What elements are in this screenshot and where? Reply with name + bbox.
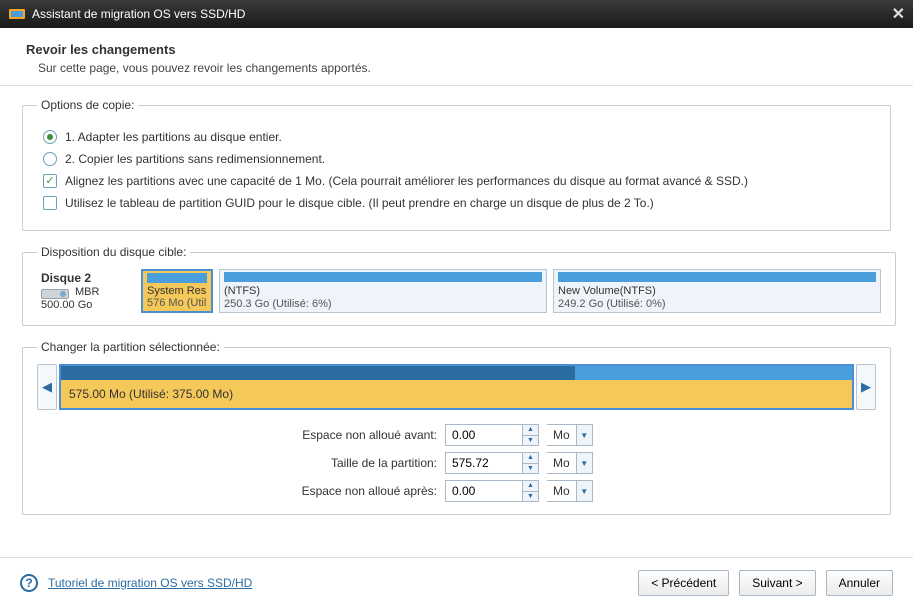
selected-partition-text: 575.00 Mo (Utilisé: 375.00 Mo) bbox=[61, 380, 852, 408]
checkbox-guid[interactable] bbox=[43, 196, 57, 210]
space-before-spinner[interactable]: ▲▼ bbox=[445, 424, 539, 446]
main-panel: Revoir les changements Sur cette page, v… bbox=[0, 28, 913, 607]
partition-label: (NTFS) bbox=[224, 285, 542, 297]
spin-up-icon[interactable]: ▲ bbox=[523, 425, 538, 436]
disk-info: Disque 2MBR500.00 Go bbox=[37, 269, 135, 313]
partition-bar bbox=[147, 273, 207, 283]
spin-up-icon[interactable]: ▲ bbox=[523, 481, 538, 492]
spin-up-icon[interactable]: ▲ bbox=[523, 453, 538, 464]
disk-layout-group: Disposition du disque cible: Disque 2MBR… bbox=[22, 245, 896, 326]
checkbox-align-1mb-label: Alignez les partitions avec une capacité… bbox=[65, 174, 748, 188]
next-button[interactable]: Suivant > bbox=[739, 570, 815, 596]
partition-size-unit[interactable]: Mo▼ bbox=[547, 452, 593, 474]
radio-fit-disk[interactable] bbox=[43, 130, 57, 144]
partition-0[interactable]: System Res576 Mo (Util bbox=[141, 269, 213, 313]
page-subheading: Sur cette page, vous pouvez revoir les c… bbox=[38, 61, 887, 75]
selected-partition-group: Changer la partition sélectionnée: ◀ 575… bbox=[22, 340, 891, 515]
checkbox-align-1mb[interactable] bbox=[43, 174, 57, 188]
disk-name: Disque 2 bbox=[41, 271, 131, 285]
selected-partition-bar bbox=[61, 366, 852, 380]
disk-layout-legend: Disposition du disque cible: bbox=[37, 245, 190, 259]
partition-size-input[interactable] bbox=[446, 453, 522, 473]
partition-size-label: Taille de la partition: bbox=[297, 456, 437, 470]
space-before-unit[interactable]: Mo▼ bbox=[547, 424, 593, 446]
partition-bar bbox=[224, 272, 542, 282]
cancel-button[interactable]: Annuler bbox=[826, 570, 893, 596]
chevron-down-icon[interactable]: ▼ bbox=[576, 453, 592, 473]
spin-down-icon[interactable]: ▼ bbox=[523, 492, 538, 502]
space-after-unit[interactable]: Mo▼ bbox=[547, 480, 593, 502]
spin-down-icon[interactable]: ▼ bbox=[523, 464, 538, 474]
copy-options-legend: Options de copie: bbox=[37, 98, 138, 112]
disk-size: 500.00 Go bbox=[41, 299, 131, 311]
space-before-input[interactable] bbox=[446, 425, 522, 445]
hdd-icon bbox=[41, 289, 69, 299]
page-heading: Revoir les changements bbox=[26, 42, 887, 57]
footer: ? Tutoriel de migration OS vers SSD/HD <… bbox=[0, 557, 913, 607]
radio-no-resize[interactable] bbox=[43, 152, 57, 166]
space-after-label: Espace non alloué après: bbox=[297, 484, 437, 498]
window-title: Assistant de migration OS vers SSD/HD bbox=[32, 7, 892, 21]
back-button[interactable]: < Précédent bbox=[638, 570, 729, 596]
partition-usage: 250.3 Go (Utilisé: 6%) bbox=[224, 298, 542, 310]
selected-partition-used bbox=[61, 366, 575, 380]
space-before-label: Espace non alloué avant: bbox=[297, 428, 437, 442]
chevron-down-icon[interactable]: ▼ bbox=[576, 425, 592, 445]
checkbox-guid-label: Utilisez le tableau de partition GUID po… bbox=[65, 196, 654, 210]
titlebar: Assistant de migration OS vers SSD/HD ✕ bbox=[0, 0, 913, 28]
help-icon[interactable]: ? bbox=[20, 574, 38, 592]
tutorial-link[interactable]: Tutoriel de migration OS vers SSD/HD bbox=[48, 576, 252, 590]
close-icon[interactable]: ✕ bbox=[892, 4, 905, 24]
partition-usage: 576 Mo (Util bbox=[147, 297, 207, 309]
move-right-button[interactable]: ▶ bbox=[856, 364, 876, 410]
selected-partition-legend: Changer la partition sélectionnée: bbox=[37, 340, 224, 354]
partition-label: System Res bbox=[147, 285, 207, 297]
partition-bar bbox=[558, 272, 876, 282]
app-icon bbox=[8, 5, 26, 23]
radio-fit-disk-label: 1. Adapter les partitions au disque enti… bbox=[65, 130, 282, 144]
partition-1[interactable]: (NTFS)250.3 Go (Utilisé: 6%) bbox=[219, 269, 547, 313]
page-header: Revoir les changements Sur cette page, v… bbox=[0, 28, 913, 86]
partition-label: New Volume(NTFS) bbox=[558, 285, 876, 297]
selected-partition-box[interactable]: 575.00 Mo (Utilisé: 375.00 Mo) bbox=[59, 364, 854, 410]
spin-down-icon[interactable]: ▼ bbox=[523, 436, 538, 446]
partition-size-spinner[interactable]: ▲▼ bbox=[445, 452, 539, 474]
move-left-button[interactable]: ◀ bbox=[37, 364, 57, 410]
radio-no-resize-label: 2. Copier les partitions sans redimensio… bbox=[65, 152, 325, 166]
partition-usage: 249.2 Go (Utilisé: 0%) bbox=[558, 298, 876, 310]
space-after-spinner[interactable]: ▲▼ bbox=[445, 480, 539, 502]
chevron-down-icon[interactable]: ▼ bbox=[576, 481, 592, 501]
partition-2[interactable]: New Volume(NTFS)249.2 Go (Utilisé: 0%) bbox=[553, 269, 881, 313]
copy-options-group: Options de copie: 1. Adapter les partiti… bbox=[22, 98, 891, 231]
space-after-input[interactable] bbox=[446, 481, 522, 501]
disk-scheme: MBR bbox=[75, 286, 99, 298]
